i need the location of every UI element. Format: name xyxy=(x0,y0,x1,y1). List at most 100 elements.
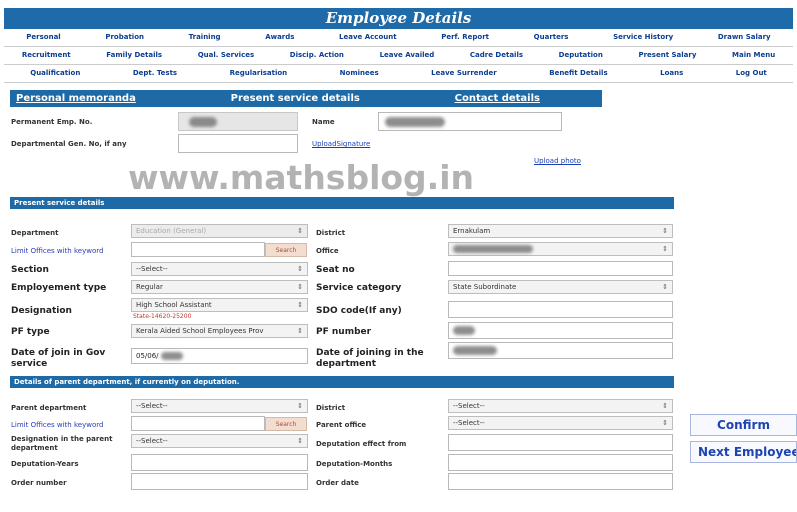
deputation-effect-field[interactable] xyxy=(448,434,673,451)
office-search-button[interactable]: Search xyxy=(265,243,307,257)
redacted-mark xyxy=(453,326,475,335)
parent-designation-label: Designation in the parent department xyxy=(11,435,113,452)
employment-type-label: Employement type xyxy=(11,283,107,293)
employment-type-select[interactable]: Regular ⇕ xyxy=(131,280,308,294)
pf-type-select[interactable]: Kerala Aided School Employees Prov ⇕ xyxy=(131,324,308,338)
parent-office-keyword-input[interactable] xyxy=(131,416,265,431)
name-label: Name xyxy=(312,118,335,126)
parent-limit-offices-label: Limit Offices with keyword xyxy=(11,421,104,429)
doj-gov-value: 05/06/ xyxy=(136,352,159,360)
parent-department-section-header: Details of parent department, if current… xyxy=(10,376,674,388)
menu-item-benefit-details[interactable]: Benefit Details xyxy=(523,65,634,82)
menu-item-probation[interactable]: Probation xyxy=(83,29,166,46)
tab-present-service-details[interactable]: Present service details xyxy=(231,93,360,104)
parent-office-value: --Select-- xyxy=(453,419,485,427)
chevron-icon: ⇕ xyxy=(297,437,303,445)
doj-dept-field[interactable] xyxy=(448,342,673,359)
parent-dept-label: Parent department xyxy=(11,404,87,412)
menu-item-discip-action[interactable]: Discip. Action xyxy=(272,47,362,64)
deputation-years-field[interactable] xyxy=(131,454,308,471)
menu-item-family-details[interactable]: Family Details xyxy=(88,47,179,64)
parent-office-select[interactable]: --Select-- ⇕ xyxy=(448,416,673,430)
menu-item-leave-surrender[interactable]: Leave Surrender xyxy=(405,65,523,82)
seat-no-field[interactable] xyxy=(448,261,673,276)
parent-dept-select[interactable]: --Select-- ⇕ xyxy=(131,399,308,413)
sdo-code-field[interactable] xyxy=(448,301,673,318)
section-select[interactable]: --Select-- ⇕ xyxy=(131,262,308,276)
menu-item-regularisation[interactable]: Regularisation xyxy=(203,65,313,82)
menu-item-deputation[interactable]: Deputation xyxy=(541,47,621,64)
pf-number-label: PF number xyxy=(316,327,372,337)
department-value: Education (General) xyxy=(136,227,207,235)
order-date-field[interactable] xyxy=(448,473,673,490)
tab-personal-memoranda[interactable]: Personal memoranda xyxy=(16,93,136,104)
order-number-field[interactable] xyxy=(131,473,308,490)
menu-item-qual-services[interactable]: Qual. Services xyxy=(180,47,272,64)
menu-item-loans[interactable]: Loans xyxy=(634,65,710,82)
deputation-months-label: Deputation-Months xyxy=(316,460,393,468)
service-category-select[interactable]: State Subordinate ⇕ xyxy=(448,280,673,294)
next-employee-button[interactable]: Next Employee xyxy=(690,441,797,463)
menu-item-main-menu[interactable]: Main Menu xyxy=(714,47,793,64)
employment-type-value: Regular xyxy=(136,283,163,291)
pen-field[interactable] xyxy=(178,112,298,131)
menu-item-personal[interactable]: Personal xyxy=(4,29,83,46)
department-label: Department xyxy=(11,229,59,237)
doj-gov-label: Date of join in Gov service xyxy=(11,348,106,369)
district-select[interactable]: Ernakulam ⇕ xyxy=(448,224,673,238)
seat-no-label: Seat no xyxy=(316,265,355,275)
menu-row-3: Qualification Dept. Tests Regularisation No… xyxy=(4,65,793,83)
menu-item-present-salary[interactable]: Present Salary xyxy=(621,47,715,64)
menu-item-quarters[interactable]: Quarters xyxy=(511,29,590,46)
menu-item-drawn-salary[interactable]: Drawn Salary xyxy=(696,29,793,46)
chevron-icon: ⇕ xyxy=(662,402,668,410)
upload-signature-link[interactable]: UploadSignature xyxy=(312,140,370,148)
page-title: Employee Details xyxy=(4,8,793,29)
chevron-icon: ⇕ xyxy=(297,227,303,235)
menu-item-awards[interactable]: Awards xyxy=(243,29,317,46)
designation-select[interactable]: High School Assistant ⇕ xyxy=(131,298,308,312)
menu-item-dept-tests[interactable]: Dept. Tests xyxy=(107,65,204,82)
tab-contact-details[interactable]: Contact details xyxy=(455,93,540,104)
chevron-icon: ⇕ xyxy=(297,402,303,410)
office-keyword-input[interactable] xyxy=(131,242,265,257)
chevron-icon: ⇕ xyxy=(662,283,668,291)
parent-office-search-button[interactable]: Search xyxy=(265,417,307,431)
name-field[interactable] xyxy=(378,112,562,131)
redacted-mark xyxy=(453,346,497,355)
menu-item-nominees[interactable]: Nominees xyxy=(313,65,405,82)
pf-number-field[interactable] xyxy=(448,322,673,339)
order-number-label: Order number xyxy=(11,479,67,487)
parent-designation-select[interactable]: --Select-- ⇕ xyxy=(131,434,308,448)
parent-designation-value: --Select-- xyxy=(136,437,168,445)
confirm-button[interactable]: Confirm xyxy=(690,414,797,436)
service-category-label: Service category xyxy=(316,283,402,293)
redacted-mark xyxy=(385,117,445,127)
menu-item-log-out[interactable]: Log Out xyxy=(710,65,794,82)
pen-label: Permanent Emp. No. xyxy=(11,118,93,126)
doj-gov-field[interactable]: 05/06/ xyxy=(131,348,308,364)
menu-row-2: Recruitment Family Details Qual. Services D… xyxy=(4,47,793,65)
menu-item-service-history[interactable]: Service History xyxy=(591,29,696,46)
chevron-icon: ⇕ xyxy=(662,419,668,427)
chevron-icon: ⇕ xyxy=(662,245,668,253)
watermark-text: www.mathsblog.in xyxy=(128,158,475,197)
deputation-effect-label: Deputation effect from xyxy=(316,440,407,448)
menu-item-leave-account[interactable]: Leave Account xyxy=(317,29,419,46)
dept-gen-label: Departmental Gen. No, if any xyxy=(11,140,127,148)
designation-value: High School Assistant xyxy=(136,301,212,309)
doj-dept-label: Date of joining in the department xyxy=(316,348,424,369)
office-select[interactable]: ⇕ xyxy=(448,242,673,256)
parent-district-select[interactable]: --Select-- ⇕ xyxy=(448,399,673,413)
menu-item-recruitment[interactable]: Recruitment xyxy=(4,47,88,64)
deputation-months-field[interactable] xyxy=(448,454,673,471)
dept-gen-field[interactable] xyxy=(178,134,298,153)
upload-photo-link[interactable]: Upload photo xyxy=(534,157,581,165)
menu-item-leave-availed[interactable]: Leave Availed xyxy=(362,47,452,64)
menu-item-cadre-details[interactable]: Cadre Details xyxy=(452,47,541,64)
menu-item-qualification[interactable]: Qualification xyxy=(4,65,107,82)
menu-item-perf-report[interactable]: Perf. Report xyxy=(419,29,511,46)
section-label: Section xyxy=(11,265,49,275)
department-select[interactable]: Education (General) ⇕ xyxy=(131,224,308,238)
menu-item-training[interactable]: Training xyxy=(166,29,243,46)
